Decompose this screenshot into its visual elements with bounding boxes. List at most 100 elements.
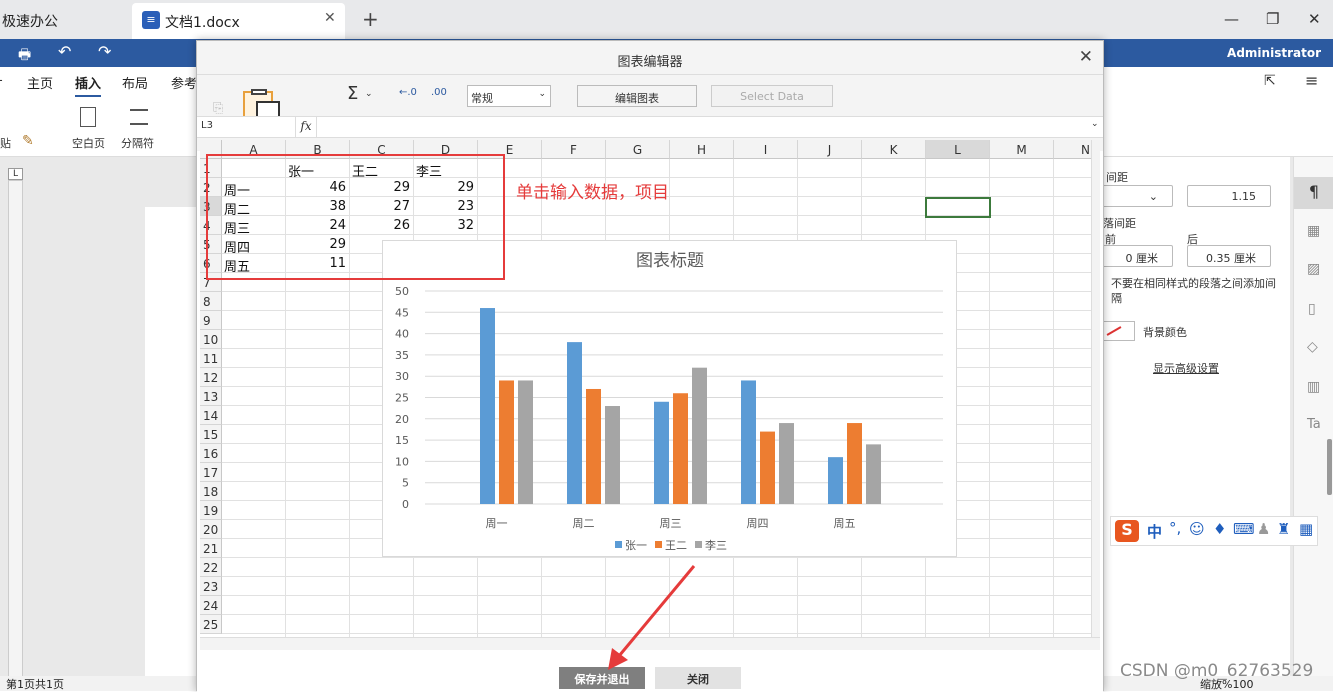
formula-expand-icon[interactable]: ⌄: [1091, 119, 1099, 129]
copy-icon[interactable]: ⎘: [213, 101, 223, 116]
column-header-I[interactable]: I: [734, 140, 798, 159]
column-header-M[interactable]: M: [990, 140, 1054, 159]
sum-dropdown-icon[interactable]: ⌄: [365, 89, 373, 99]
menu-layout[interactable]: 布局: [122, 73, 148, 92]
row-header-16[interactable]: 16: [200, 444, 222, 463]
format-painter-icon[interactable]: ✎: [22, 133, 34, 149]
annotation-arrow: [608, 565, 696, 670]
selected-cell[interactable]: [925, 197, 991, 218]
column-header-G[interactable]: G: [606, 140, 670, 159]
column-header-J[interactable]: J: [798, 140, 862, 159]
row-header-18[interactable]: 18: [200, 482, 222, 501]
emoji-icon[interactable]: ☺: [1189, 520, 1205, 538]
redo-icon[interactable]: ↷: [98, 42, 111, 61]
microphone-icon[interactable]: ♦: [1213, 520, 1226, 538]
close-tab-icon[interactable]: ✕: [324, 10, 336, 26]
line-spacing-value[interactable]: 1.15: [1187, 185, 1271, 207]
ime-mode-icon[interactable]: 中: [1147, 521, 1162, 542]
paste-label: 贴: [0, 137, 11, 150]
spacing-after-input[interactable]: 0.35 厘米: [1187, 245, 1271, 267]
minimize-icon[interactable]: —: [1224, 10, 1239, 28]
row-header-11[interactable]: 11: [200, 349, 222, 368]
paragraph-icon[interactable]: ¶: [1294, 177, 1333, 209]
user-icon[interactable]: ♟: [1257, 520, 1270, 538]
x-tick-label: 周四: [747, 517, 769, 530]
ruler-tab-icon[interactable]: L: [8, 168, 23, 180]
edit-chart-button[interactable]: 编辑图表: [577, 85, 697, 107]
row-header-8[interactable]: 8: [200, 292, 222, 311]
blank-page-label[interactable]: 空白页: [72, 135, 105, 151]
shape-icon[interactable]: ◇: [1307, 339, 1318, 355]
bar-王二-周四: [760, 431, 775, 504]
select-data-button[interactable]: Select Data: [711, 85, 833, 107]
chart-icon[interactable]: ▥: [1307, 379, 1320, 395]
undo-icon[interactable]: ↶: [58, 42, 71, 61]
sogou-icon[interactable]: S: [1115, 520, 1139, 542]
function-icon[interactable]: fx: [295, 117, 317, 137]
column-header-F[interactable]: F: [542, 140, 606, 159]
document-tab[interactable]: ≡ 文档1.docx ✕: [132, 3, 345, 39]
bar-李三-周一: [518, 380, 533, 504]
increase-decimal-icon[interactable]: .00: [431, 87, 447, 98]
new-tab-icon[interactable]: +: [362, 7, 379, 31]
app-tab[interactable]: 极速办公: [0, 0, 132, 39]
menu-home[interactable]: 主页: [27, 73, 53, 92]
row-header-17[interactable]: 17: [200, 463, 222, 482]
line-spacing-label: 间距: [1106, 171, 1128, 184]
blank-page-icon[interactable]: [80, 107, 96, 127]
column-header-L[interactable]: L: [926, 140, 990, 159]
separator-icon[interactable]: [130, 109, 148, 125]
skin-icon[interactable]: ♜: [1277, 520, 1290, 538]
advanced-settings-link[interactable]: 显示高级设置: [1153, 360, 1219, 376]
vertical-scrollbar[interactable]: [1091, 140, 1100, 637]
background-color-picker[interactable]: [1103, 321, 1135, 341]
row-header-14[interactable]: 14: [200, 406, 222, 425]
row-header-24[interactable]: 24: [200, 596, 222, 615]
formula-input[interactable]: [319, 117, 1099, 137]
punctuation-icon[interactable]: °,: [1169, 519, 1181, 537]
row-header-20[interactable]: 20: [200, 520, 222, 539]
y-tick-label: 0: [402, 498, 409, 511]
close-window-icon[interactable]: ✕: [1308, 10, 1321, 28]
user-name[interactable]: Administrator: [1227, 46, 1321, 60]
menu-references[interactable]: 参考: [171, 73, 197, 92]
row-header-21[interactable]: 21: [200, 539, 222, 558]
text-art-icon[interactable]: Ta: [1307, 417, 1321, 432]
hamburger-menu-icon[interactable]: ≡: [1305, 71, 1318, 90]
column-header-H[interactable]: H: [670, 140, 734, 159]
menu-file-fragment[interactable]: ‑: [0, 73, 3, 88]
y-tick-label: 30: [395, 370, 409, 383]
cell-reference[interactable]: L3: [201, 120, 213, 131]
annotation-box: [206, 154, 505, 280]
row-header-22[interactable]: 22: [200, 558, 222, 577]
dialog-close-icon[interactable]: ✕: [1079, 47, 1093, 67]
row-header-10[interactable]: 10: [200, 330, 222, 349]
column-header-K[interactable]: K: [862, 140, 926, 159]
paragraph-settings-panel: 间距 ⌄ 1.15 落间距 前 后 0 厘米 0.35 厘米 不要在相同样式的段…: [1096, 157, 1290, 676]
decrease-decimal-icon[interactable]: ←.0: [399, 87, 417, 98]
table-icon[interactable]: ▦: [1307, 223, 1320, 239]
row-header-23[interactable]: 23: [200, 577, 222, 596]
no-space-option[interactable]: 不要在相同样式的段落之间添加间: [1111, 275, 1276, 291]
maximize-icon[interactable]: ❐: [1266, 10, 1279, 28]
number-format-select[interactable]: 常规 ⌄: [467, 85, 551, 107]
image-icon[interactable]: ▨: [1307, 261, 1320, 277]
separator-label[interactable]: 分隔符: [121, 135, 154, 151]
panel-scrollbar[interactable]: [1327, 439, 1332, 495]
row-header-13[interactable]: 13: [200, 387, 222, 406]
bar-chart[interactable]: 图表标题 0 5 10 15 20 25 30 35 40 45 50 周一 周二 周三 周四 周五 张一 王二 李三: [382, 240, 957, 557]
keyboard-icon[interactable]: ⌨: [1233, 520, 1255, 538]
sum-icon[interactable]: Σ: [347, 83, 358, 104]
spacing-before-input[interactable]: 0 厘米: [1097, 245, 1173, 267]
open-location-icon[interactable]: ⇱: [1264, 73, 1276, 89]
row-header-25[interactable]: 25: [200, 615, 222, 634]
row-header-12[interactable]: 12: [200, 368, 222, 387]
header-footer-icon[interactable]: ▯: [1308, 301, 1316, 317]
line-spacing-type-select[interactable]: ⌄: [1097, 185, 1173, 207]
row-header-19[interactable]: 19: [200, 501, 222, 520]
toolbox-icon[interactable]: ▦: [1299, 520, 1313, 538]
menu-insert[interactable]: 插入: [75, 73, 102, 97]
row-header-15[interactable]: 15: [200, 425, 222, 444]
print-icon[interactable]: 🖶: [18, 44, 31, 68]
row-header-9[interactable]: 9: [200, 311, 222, 330]
